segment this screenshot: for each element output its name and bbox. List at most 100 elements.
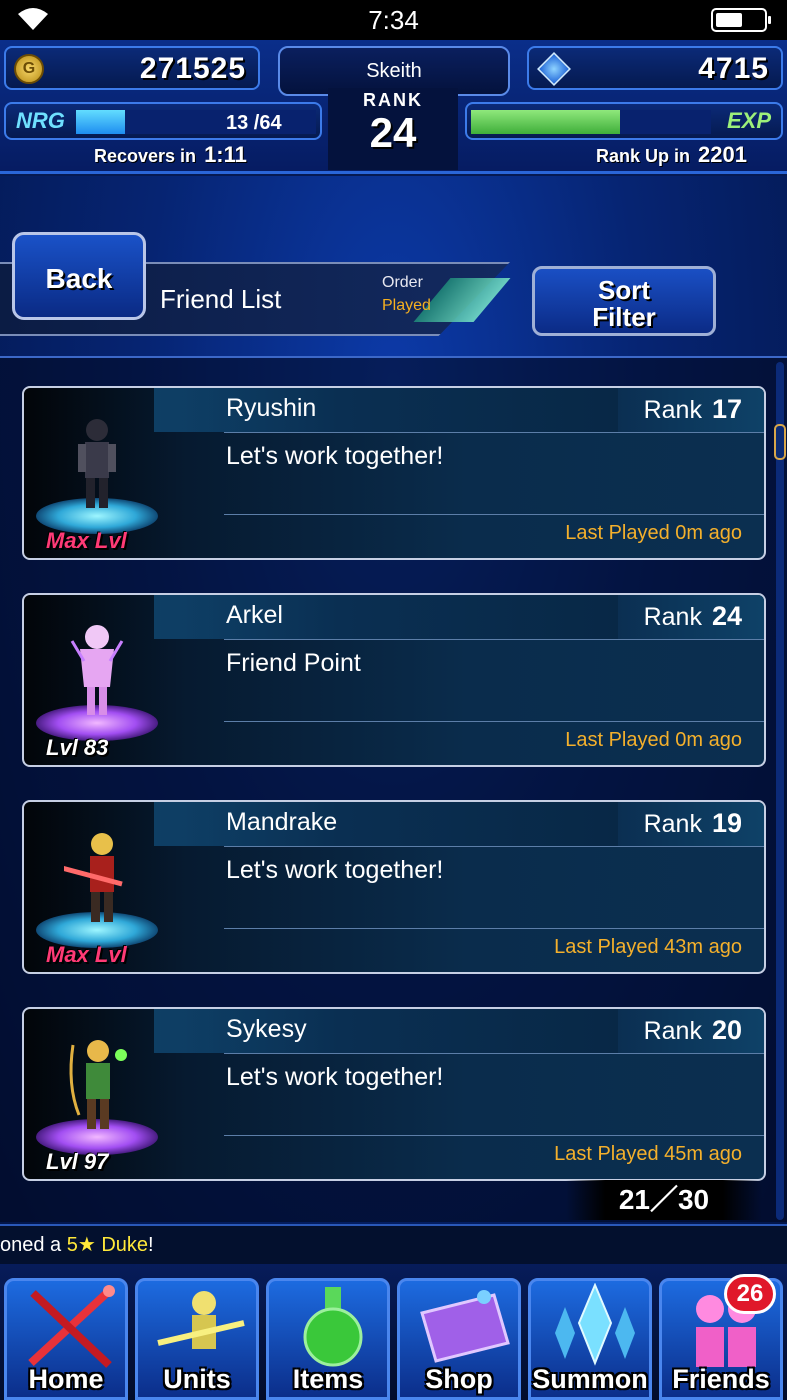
friend-message: Let's work together! — [226, 1063, 444, 1091]
last-played: Last Played 45m ago — [554, 1143, 742, 1165]
lapis-panel[interactable]: 4715 — [527, 46, 783, 90]
rankup-text: Rank Up in 2201 — [596, 142, 747, 168]
friend-name: Mandrake — [226, 808, 338, 836]
friend-name: Ryushin — [226, 394, 317, 422]
filter-label: Filter — [592, 302, 656, 332]
news-ticker: oned a 5★ Duke! — [0, 1224, 787, 1264]
summon-crystal-icon — [555, 1283, 635, 1366]
page-counter: 21／30 — [566, 1180, 762, 1220]
friend-rank: Rank 24 — [644, 601, 742, 632]
rank-word: Rank — [643, 396, 702, 424]
friend-card[interactable]: Lvl 83 Arkel Rank 24 Friend Point Last Pl… — [22, 593, 766, 767]
gil-coin-icon: G — [14, 54, 44, 84]
unit-avatar[interactable]: Lvl 83 — [24, 595, 174, 765]
friend-rank: Rank 19 — [644, 808, 742, 839]
nav-items[interactable]: Items — [266, 1278, 390, 1400]
rank-value: 24 — [711, 601, 742, 631]
rank-number: 24 — [369, 109, 417, 156]
clock: 7:34 — [368, 4, 419, 35]
friend-card[interactable]: Max Lvl Mandrake Rank 19 Let's work toget… — [22, 800, 766, 974]
player-rank-box: RANK 24 — [328, 88, 458, 170]
rank-word: Rank — [643, 1017, 702, 1045]
last-played: Last Played 43m ago — [554, 936, 742, 958]
unit-sprite-icon — [78, 419, 116, 508]
unit-level: Max Lvl — [46, 528, 127, 553]
rank-word: Rank — [643, 603, 702, 631]
scrollbar-track[interactable] — [776, 362, 784, 1220]
nav-home-label: Home — [28, 1364, 104, 1394]
scrollbar-thumb[interactable] — [774, 424, 786, 460]
top-hud: G 271525 Skeith RANK 24 4715 NRG 13 /64 … — [0, 40, 787, 174]
unit-level: Lvl 83 — [46, 735, 109, 760]
unit-sprite-icon — [69, 1040, 127, 1129]
unit-avatar[interactable]: Lvl 97 — [24, 1009, 174, 1179]
rank-value: 19 — [711, 808, 742, 838]
last-played: Last Played 0m ago — [565, 522, 742, 544]
friends-notification-badge: 26 — [724, 1274, 776, 1314]
last-played: Last Played 0m ago — [565, 729, 742, 751]
rankup-label: Rank Up in — [596, 146, 691, 166]
lapis-amount: 4715 — [698, 52, 769, 85]
friend-name: Arkel — [226, 601, 283, 629]
unit-sprite-icon — [70, 625, 124, 715]
nav-friends-label: Friends — [672, 1364, 770, 1394]
rank-value: 17 — [711, 394, 742, 424]
sort-label: Sort — [598, 275, 650, 305]
divider — [224, 1135, 764, 1136]
friend-message: Let's work together! — [226, 442, 444, 470]
exp-bar-fill — [471, 110, 620, 134]
unit-avatar[interactable]: Max Lvl — [24, 388, 174, 558]
exp-panel: EXP — [465, 102, 783, 140]
friend-name: Sykesy — [226, 1015, 307, 1043]
rankup-value: 2201 — [698, 142, 747, 167]
exp-label: EXP — [726, 108, 771, 133]
exp-bar — [471, 110, 711, 134]
nav-units[interactable]: Units — [135, 1278, 259, 1400]
rank-label: RANK — [363, 90, 423, 110]
bottom-nav: Home Units Items Shop Summon Friends — [0, 1264, 787, 1400]
friend-message: Let's work together! — [226, 856, 444, 884]
energy-value: 13 /64 — [226, 112, 282, 134]
unit-level: Max Lvl — [46, 942, 127, 967]
friend-rank: Rank 17 — [644, 394, 742, 425]
nav-units-label: Units — [163, 1364, 231, 1394]
divider — [224, 721, 764, 722]
nav-items-label: Items — [292, 1364, 364, 1394]
potion-icon — [303, 1287, 363, 1367]
nav-summon[interactable]: Summon — [528, 1278, 652, 1400]
divider — [224, 928, 764, 929]
back-button[interactable]: Back — [12, 232, 146, 320]
divider — [224, 639, 764, 640]
friend-card[interactable]: Max Lvl Ryushin Rank 17 Let's work togeth… — [22, 386, 766, 560]
ticker-highlight: 5★ Duke — [66, 1234, 149, 1256]
unit-sprite-icon — [64, 833, 123, 922]
order-value[interactable]: Played — [382, 297, 431, 315]
sort-filter-button[interactable]: Sort Filter — [532, 266, 716, 336]
energy-recover-text: Recovers in 1:11 — [94, 142, 247, 168]
ticker-suffix: ! — [148, 1234, 154, 1256]
crossed-swords-icon — [28, 1285, 115, 1368]
lapis-gem-icon — [537, 52, 571, 86]
rank-value: 20 — [711, 1015, 742, 1045]
nrg-label: NRG — [16, 108, 65, 133]
unit-avatar[interactable]: Max Lvl — [24, 802, 174, 972]
recovers-label: Recovers in — [94, 146, 197, 166]
friend-card[interactable]: Lvl 97 Sykesy Rank 20 Let's work together… — [22, 1007, 766, 1181]
divider — [224, 432, 764, 433]
shop-sign-icon — [420, 1290, 510, 1363]
unit-level: Lvl 97 — [46, 1149, 109, 1174]
nav-summon-label: Summon — [532, 1364, 648, 1394]
energy-panel: NRG 13 /64 — [4, 102, 322, 140]
energy-bar: 13 /64 — [76, 110, 316, 134]
order-label: Order — [382, 274, 423, 291]
energy-bar-fill — [76, 110, 125, 134]
recovers-time: 1:11 — [204, 142, 247, 167]
rank-word: Rank — [643, 810, 702, 838]
nav-home[interactable]: Home — [4, 1278, 128, 1400]
gil-amount: 271525 — [139, 52, 246, 85]
gil-panel[interactable]: G 271525 — [4, 46, 260, 90]
nav-shop[interactable]: Shop — [397, 1278, 521, 1400]
page-title: Friend List — [160, 284, 282, 314]
divider — [224, 514, 764, 515]
divider — [224, 846, 764, 847]
